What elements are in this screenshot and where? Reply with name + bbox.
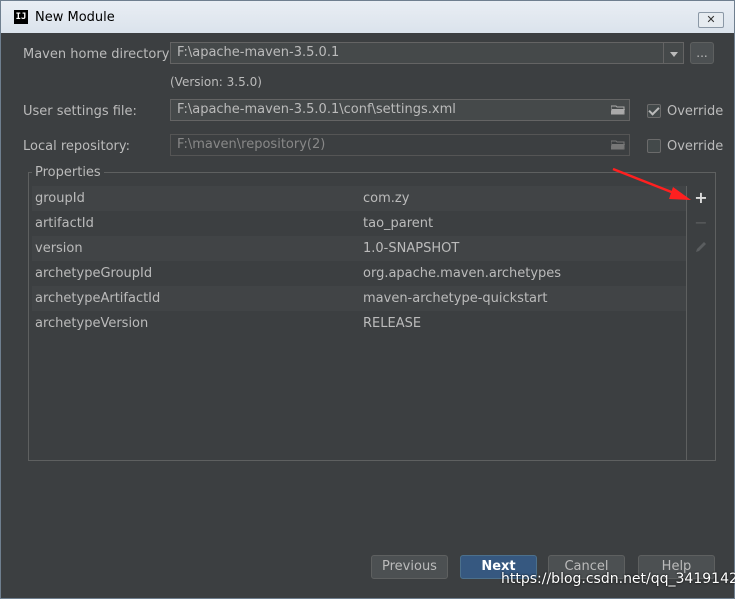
watermark: https://blog.csdn.net/qq_34191426 bbox=[501, 571, 735, 587]
new-module-dialog: IJ New Module ✕ Maven home directory: F:… bbox=[0, 0, 735, 599]
annotation-arrow-icon bbox=[612, 167, 691, 200]
